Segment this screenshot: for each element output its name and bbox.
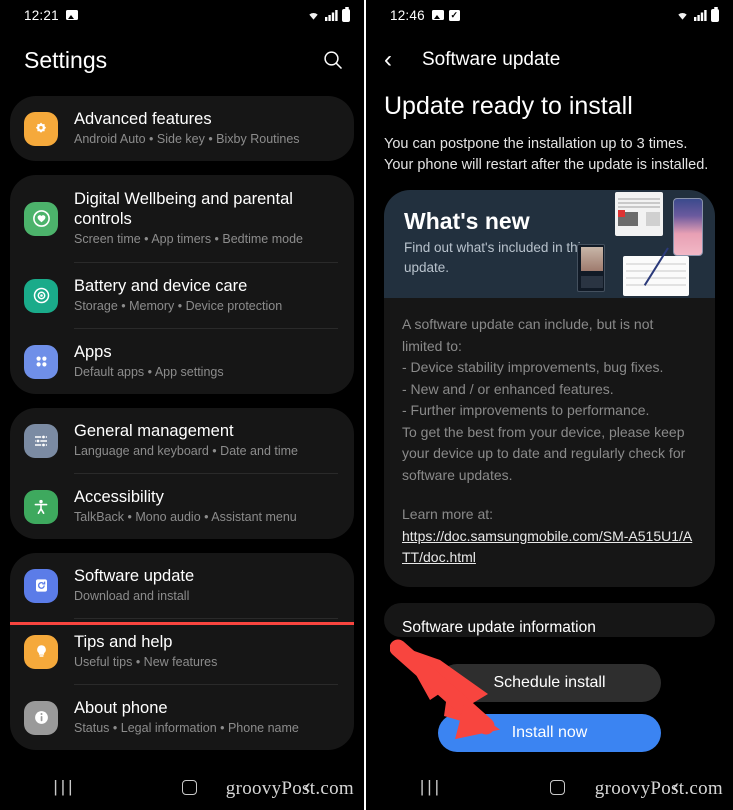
wifi-icon bbox=[678, 13, 687, 20]
dual-screenshot-container: 12:21 Settings Advanced features Android… bbox=[0, 0, 733, 810]
sidebar-item-subtitle: TalkBack • Mono audio • Assistant menu bbox=[74, 510, 297, 524]
apps-icon bbox=[24, 344, 58, 379]
sidebar-item-title: About phone bbox=[74, 699, 168, 717]
update-info-card: A software update can include, but is no… bbox=[384, 298, 715, 587]
document-thumbnail bbox=[615, 192, 663, 236]
flip-phone-thumbnail bbox=[577, 244, 605, 292]
recents-icon[interactable]: ||| bbox=[420, 777, 442, 797]
software-update-icon bbox=[24, 568, 58, 603]
software-update-information-title: Software update information bbox=[402, 618, 596, 636]
sidebar-item-subtitle: Status • Legal information • Phone name bbox=[74, 721, 299, 735]
sidebar-item-tips-and-help[interactable]: Tips and help Useful tips • New features bbox=[10, 619, 354, 684]
checkbox-icon: ✓ bbox=[448, 9, 460, 21]
right-phone-screen: 12:46 ✓ ‹ Software update Update ready t… bbox=[366, 0, 733, 810]
sidebar-item-advanced-features[interactable]: Advanced features Android Auto • Side ke… bbox=[10, 96, 354, 161]
software-update-highlight-wrapper: Software update Download and install bbox=[10, 553, 354, 625]
gear-icon bbox=[24, 111, 58, 146]
sidebar-item-battery-device-care[interactable]: Battery and device care Storage • Memory… bbox=[10, 263, 354, 328]
home-icon[interactable] bbox=[549, 779, 565, 795]
learn-more-link[interactable]: https://doc.samsungmobile.com/SM-A515U1/… bbox=[402, 526, 697, 569]
phone-home-thumbnail bbox=[673, 198, 703, 256]
signal-icon bbox=[694, 10, 707, 21]
update-info-paragraph: A software update can include, but is no… bbox=[402, 316, 686, 483]
sidebar-item-title: Software update bbox=[74, 567, 195, 585]
schedule-install-button[interactable]: Schedule install bbox=[438, 664, 661, 702]
battery-care-icon bbox=[24, 278, 58, 313]
watermark: groovyPost.com bbox=[594, 778, 723, 799]
install-now-button[interactable]: Install now bbox=[438, 714, 661, 752]
sidebar-item-title: Apps bbox=[74, 343, 112, 361]
status-bar-time: 12:21 bbox=[24, 7, 59, 23]
watermark: groovyPost.com bbox=[225, 778, 354, 799]
status-bar-system-icons bbox=[306, 6, 350, 22]
sidebar-item-software-update[interactable]: Software update Download and install bbox=[10, 553, 354, 618]
sidebar-item-accessibility[interactable]: Accessibility TalkBack • Mono audio • As… bbox=[10, 474, 354, 539]
page-title: Software update bbox=[422, 49, 561, 70]
info-icon bbox=[24, 700, 58, 735]
sidebar-item-subtitle: Android Auto • Side key • Bixby Routines bbox=[74, 132, 300, 146]
recents-icon[interactable]: ||| bbox=[53, 777, 75, 797]
update-description: You can postpone the installation up to … bbox=[384, 136, 709, 173]
sidebar-item-subtitle: Language and keyboard • Date and time bbox=[74, 444, 298, 458]
settings-group: Software update Download and install Tip… bbox=[10, 553, 354, 750]
battery-icon bbox=[342, 6, 350, 22]
whats-new-card[interactable]: What's new Find out what's included in t… bbox=[384, 190, 715, 298]
sidebar-item-title: Tips and help bbox=[74, 633, 173, 651]
learn-more-label: Learn more at: bbox=[402, 506, 494, 522]
sidebar-item-apps[interactable]: Apps Default apps • App settings bbox=[10, 329, 354, 394]
page-title: Settings bbox=[24, 46, 108, 73]
settings-list[interactable]: Advanced features Android Auto • Side ke… bbox=[0, 90, 364, 750]
software-update-information-card[interactable]: Software update information bbox=[384, 602, 715, 637]
lightbulb-icon bbox=[24, 634, 58, 669]
tablet-stylus-thumbnail bbox=[623, 256, 689, 296]
wifi-icon bbox=[309, 13, 318, 20]
update-body: Update ready to install You can postpone… bbox=[366, 90, 733, 637]
sidebar-item-subtitle: Useful tips • New features bbox=[74, 655, 218, 669]
sidebar-item-general-management[interactable]: General management Language and keyboard… bbox=[10, 408, 354, 473]
image-icon bbox=[65, 10, 78, 20]
whats-new-thumbnails bbox=[575, 190, 715, 298]
status-bar-notification-icons bbox=[65, 10, 78, 20]
wellbeing-icon bbox=[24, 201, 58, 236]
update-heading: Update ready to install bbox=[384, 92, 633, 120]
software-update-header: ‹ Software update bbox=[366, 30, 733, 90]
sidebar-item-about-phone[interactable]: About phone Status • Legal information •… bbox=[10, 685, 354, 750]
sidebar-item-title: Advanced features bbox=[74, 110, 212, 128]
status-bar-time: 12:46 bbox=[390, 7, 425, 23]
accessibility-icon bbox=[24, 489, 58, 524]
image-icon bbox=[431, 10, 444, 20]
signal-icon bbox=[325, 10, 338, 21]
settings-header: Settings bbox=[0, 30, 364, 90]
settings-group: General management Language and keyboard… bbox=[10, 408, 354, 539]
sidebar-item-title: Battery and device care bbox=[74, 277, 248, 295]
sidebar-item-subtitle: Storage • Memory • Device protection bbox=[74, 299, 283, 313]
status-bar: 12:21 bbox=[0, 0, 364, 30]
settings-group: Advanced features Android Auto • Side ke… bbox=[10, 96, 354, 161]
chevron-left-icon[interactable]: ‹ bbox=[384, 48, 414, 72]
status-bar-notification-icons: ✓ bbox=[431, 9, 460, 21]
sidebar-item-title: General management bbox=[74, 422, 234, 440]
sidebar-item-subtitle: Screen time • App timers • Bedtime mode bbox=[74, 232, 303, 246]
sidebar-item-digital-wellbeing[interactable]: Digital Wellbeing and parental controls … bbox=[10, 175, 354, 262]
status-bar-system-icons bbox=[675, 6, 719, 22]
sidebar-item-title: Accessibility bbox=[74, 488, 164, 506]
home-icon[interactable] bbox=[182, 779, 198, 795]
settings-group: Digital Wellbeing and parental controls … bbox=[10, 175, 354, 394]
sidebar-item-subtitle: Default apps • App settings bbox=[74, 365, 224, 379]
status-bar: 12:46 ✓ bbox=[366, 0, 733, 30]
search-icon[interactable] bbox=[322, 49, 344, 71]
left-phone-screen: 12:21 Settings Advanced features Android… bbox=[0, 0, 366, 810]
action-buttons: Schedule install Install now bbox=[366, 664, 733, 764]
sliders-icon bbox=[24, 423, 58, 458]
sidebar-item-subtitle: Download and install bbox=[74, 589, 190, 603]
battery-icon bbox=[711, 6, 719, 22]
sidebar-item-title: Digital Wellbeing and parental controls bbox=[74, 190, 293, 228]
